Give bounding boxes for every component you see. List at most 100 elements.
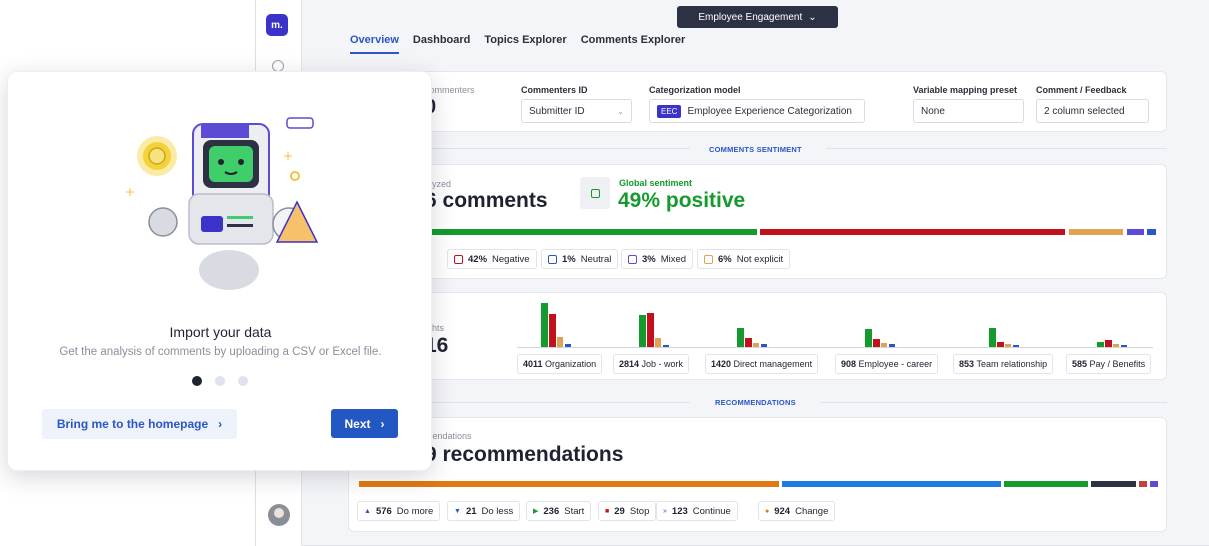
sentiment-bar-neutral[interactable]: [1147, 229, 1156, 235]
step-dot-3[interactable]: [238, 376, 248, 386]
config-card: commenters 0 Commenters ID Submitter ID …: [348, 71, 1167, 132]
chip-neutral-value: 1%: [562, 253, 576, 265]
step-indicator: [192, 376, 248, 386]
insight-bar[interactable]: [873, 339, 880, 347]
insight-bar[interactable]: [663, 345, 669, 347]
insight-bar[interactable]: [761, 344, 767, 347]
onboarding-modal: + + Import your data Get the analysis of…: [7, 71, 432, 471]
tab-topics-explorer[interactable]: Topics Explorer: [484, 34, 566, 54]
commenters-id-value: Submitter ID: [529, 105, 585, 117]
insights-card: ights 16 4011 Organization 2814 Job - wo…: [348, 292, 1167, 380]
homepage-button[interactable]: Bring me to the homepage ›: [42, 409, 237, 439]
category-name: Job - work: [641, 359, 684, 369]
insight-bar[interactable]: [997, 341, 1004, 347]
insight-bar[interactable]: [745, 338, 752, 347]
insight-bar[interactable]: [889, 344, 895, 347]
insight-bar[interactable]: [549, 313, 556, 347]
tab-comments-explorer[interactable]: Comments Explorer: [581, 34, 686, 54]
insight-bar[interactable]: [989, 327, 996, 347]
rec-chip-value: 123: [671, 505, 688, 517]
rec-bar-continue[interactable]: [1091, 481, 1136, 487]
app-logo[interactable]: m.: [266, 14, 288, 36]
svg-text:+: +: [283, 149, 293, 163]
rec-chip-value: 21: [465, 505, 477, 517]
variable-preset-label: Variable mapping preset: [913, 85, 1018, 95]
section-title-recommendations: RECOMMENDATIONS: [715, 398, 796, 407]
divider: [432, 148, 690, 149]
category-employee-career[interactable]: 908 Employee - career: [835, 354, 939, 374]
rec-chip-label: Do more: [396, 505, 434, 517]
category-job-work[interactable]: 2814 Job - work: [613, 354, 690, 374]
variable-preset-select[interactable]: None: [913, 99, 1024, 123]
chip-not-explicit[interactable]: 6% Not explicit: [697, 249, 791, 269]
chip-negative[interactable]: 42% Negative: [447, 249, 537, 269]
rec-bar-change[interactable]: [359, 481, 779, 487]
insight-bar[interactable]: [753, 343, 759, 347]
sentiment-bar: [356, 229, 1161, 235]
modal-subtitle: Get the analysis of comments by uploadin…: [59, 346, 382, 358]
survey-selector-label: Employee Engagement: [698, 11, 803, 23]
categorization-select[interactable]: EEC Employee Experience Categorization: [649, 99, 865, 123]
commenters-label: commenters: [425, 85, 475, 95]
variable-preset-value: None: [921, 105, 945, 117]
sentiment-bar-not-explicit[interactable]: [1069, 229, 1123, 235]
insight-bar[interactable]: [565, 344, 571, 347]
step-dot-2[interactable]: [215, 376, 225, 386]
analyzed-value: 6 comments: [425, 189, 548, 212]
survey-selector[interactable]: Employee Engagement ⌄: [677, 6, 838, 28]
step-dot-1[interactable]: [192, 376, 202, 386]
chip-neutral[interactable]: 1% Neutral: [541, 249, 619, 269]
rec-glyph-icon: ■: [605, 507, 610, 515]
rec-glyph-icon: »: [663, 507, 667, 515]
rec-bar-start[interactable]: [1004, 481, 1088, 487]
category-count: 585: [1072, 359, 1088, 369]
chevron-right-icon: ›: [218, 417, 223, 431]
rec-chip-stop[interactable]: ■ 29 Stop: [598, 501, 657, 521]
insight-bar[interactable]: [1097, 341, 1104, 347]
insight-bar[interactable]: [1013, 345, 1019, 347]
user-avatar[interactable]: [268, 504, 290, 526]
rec-chip-label: Continue: [692, 505, 731, 517]
global-sentiment-label: Global sentiment: [619, 178, 693, 188]
insight-bar[interactable]: [1105, 339, 1112, 347]
rec-bar-do-less[interactable]: [1150, 481, 1158, 487]
category-name: Organization: [545, 359, 597, 369]
tab-dashboard[interactable]: Dashboard: [413, 34, 470, 54]
insight-bar[interactable]: [1121, 345, 1127, 347]
tab-overview[interactable]: Overview: [350, 34, 399, 54]
chip-mixed[interactable]: 3% Mixed: [621, 249, 694, 269]
insight-bar[interactable]: [1113, 344, 1119, 347]
insight-bar[interactable]: [737, 327, 744, 347]
rec-bar-stop[interactable]: [1139, 481, 1147, 487]
chip-negative-value: 42%: [468, 253, 488, 265]
insight-bar[interactable]: [541, 303, 548, 347]
comment-feedback-select[interactable]: 2 column selected: [1036, 99, 1149, 123]
category-organization[interactable]: 4011 Organization: [517, 354, 603, 374]
insight-bar[interactable]: [557, 337, 563, 347]
rec-glyph-icon: ▼: [454, 507, 461, 515]
rec-chip-start[interactable]: ▶ 236 Start: [526, 501, 592, 521]
insight-bar[interactable]: [647, 312, 654, 347]
rec-chip-do-more[interactable]: ▲ 576 Do more: [357, 501, 441, 521]
rec-chip-continue[interactable]: » 123 Continue: [656, 501, 738, 521]
modal-title: Import your data: [169, 324, 272, 340]
category-direct-management[interactable]: 1420 Direct management: [705, 354, 819, 374]
rec-chip-do-less[interactable]: ▼ 21 Do less: [447, 501, 521, 521]
rec-bar-do-more[interactable]: [782, 481, 1001, 487]
category-name: Pay / Benefits: [1089, 359, 1146, 369]
rec-chip-change[interactable]: ● 924 Change: [758, 501, 836, 521]
sentiment-bar-negative[interactable]: [760, 229, 1065, 235]
recommendations-value: 9 recommendations: [425, 443, 624, 466]
insight-bar[interactable]: [1005, 344, 1011, 347]
insight-bar[interactable]: [639, 315, 646, 347]
category-name: Employee - career: [858, 359, 933, 369]
commenters-id-select[interactable]: Submitter ID ⌄: [521, 99, 632, 123]
category-pay-benefits[interactable]: 585 Pay / Benefits: [1066, 354, 1152, 374]
chip-not-explicit-value: 6%: [718, 253, 732, 265]
sentiment-bar-mixed[interactable]: [1127, 229, 1144, 235]
category-team-relationship[interactable]: 853 Team relationship: [953, 354, 1054, 374]
next-button[interactable]: Next ›: [331, 409, 398, 438]
insight-bar[interactable]: [881, 343, 887, 347]
insight-bar[interactable]: [865, 329, 872, 347]
insight-bar[interactable]: [655, 338, 661, 347]
